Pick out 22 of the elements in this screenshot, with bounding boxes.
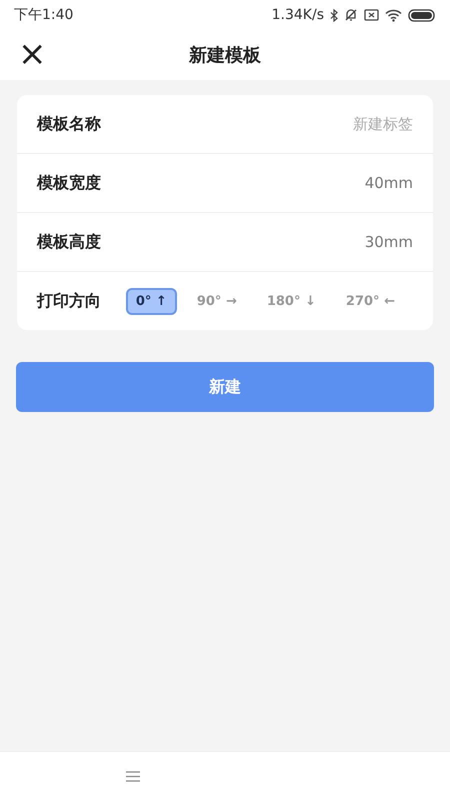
page-title: 新建模板 [189, 44, 261, 67]
sim-card-icon [364, 9, 379, 21]
battery-icon [408, 8, 436, 22]
field-label: 模板名称 [37, 114, 101, 134]
orientation-option[interactable]: 0° ↑ [126, 288, 177, 314]
create-button[interactable]: 新建 [16, 362, 434, 412]
orientation-option[interactable]: 90° → [186, 288, 247, 314]
field-label: 模板宽度 [37, 172, 101, 194]
clock-text: 下午1:40 [14, 6, 74, 24]
network-speed-text: 1.34K/s [272, 7, 324, 23]
field-label: 打印方向 [37, 290, 101, 312]
bluetooth-icon [330, 8, 338, 22]
menu-icon[interactable] [126, 770, 140, 782]
value-text[interactable]: 30mm [364, 233, 413, 251]
wifi-icon [385, 8, 402, 22]
value-text[interactable]: 40mm [364, 174, 413, 192]
close-button[interactable]: × [14, 36, 50, 72]
muted-bell-icon [344, 8, 358, 22]
name-input-field[interactable]: 新建标签 [263, 115, 413, 133]
field-label: 模板高度 [37, 232, 101, 252]
orientation-option[interactable]: 270° ← [336, 288, 405, 314]
orientation-option[interactable]: 180° ↓ [256, 288, 326, 314]
